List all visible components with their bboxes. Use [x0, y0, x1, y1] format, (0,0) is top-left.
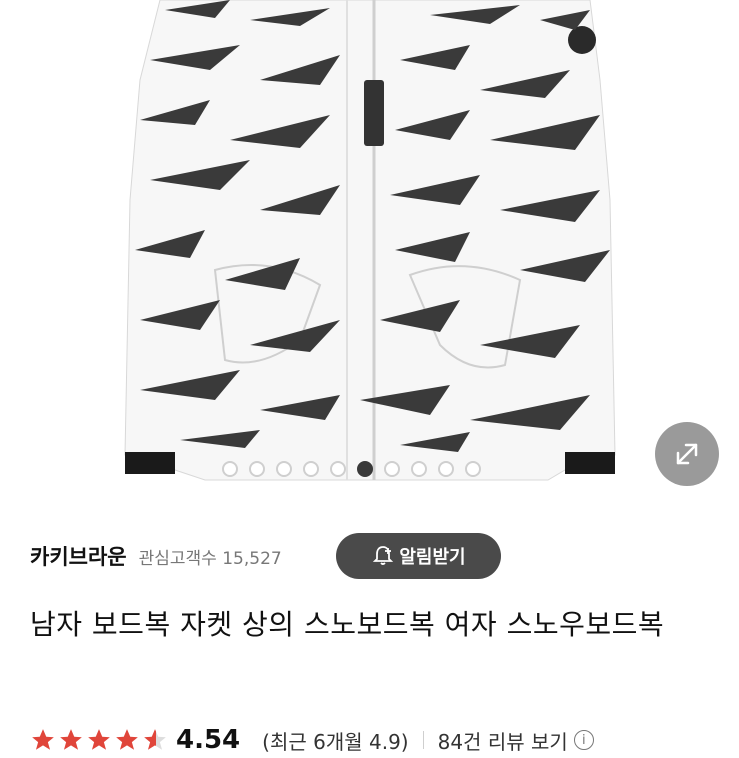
bell-plus-icon [373, 546, 394, 565]
pagination-dot[interactable] [411, 461, 427, 477]
star-icon [116, 729, 138, 750]
pagination-dot[interactable] [384, 461, 400, 477]
seller-row: 카키브라운 관심고객수 15,527 알림받기 [30, 533, 720, 579]
star-icon [32, 729, 54, 750]
rating-row: 4.54 (최근 6개월 4.9) 84건 리뷰 보기 i [30, 722, 720, 758]
pagination-dot[interactable] [303, 461, 319, 477]
star-icon [144, 729, 166, 750]
pagination-dot[interactable] [276, 461, 292, 477]
expand-arrows-icon [676, 443, 698, 465]
pagination-dot[interactable] [249, 461, 265, 477]
divider [422, 731, 424, 749]
reviews-link[interactable]: 84건 리뷰 보기 [438, 726, 568, 755]
product-image [124, 0, 616, 481]
rating-value: 4.54 [176, 725, 241, 755]
pagination-dot[interactable] [330, 461, 346, 477]
gallery-pagination-dots [222, 461, 481, 481]
product-title: 남자 보드복 자켓 상의 스노보드복 여자 스노우보드복 [30, 608, 665, 641]
product-image-gallery[interactable] [0, 0, 739, 510]
seller-name[interactable]: 카키브라운 [30, 541, 127, 571]
alarm-label: 알림받기 [399, 547, 466, 568]
alarm-subscribe-button[interactable]: 알림받기 [336, 533, 501, 579]
pagination-dot[interactable] [357, 461, 373, 477]
recent-rating: (최근 6개월 4.9) [262, 729, 409, 754]
pagination-dot[interactable] [438, 461, 454, 477]
star-icon [60, 729, 82, 750]
star-rating [30, 727, 168, 753]
follower-count: 관심고객수 15,527 [138, 548, 282, 569]
expand-image-button[interactable] [655, 422, 719, 486]
pagination-dot[interactable] [222, 461, 238, 477]
pagination-dot[interactable] [465, 461, 481, 477]
star-icon [88, 729, 110, 750]
info-icon[interactable]: i [573, 730, 594, 750]
